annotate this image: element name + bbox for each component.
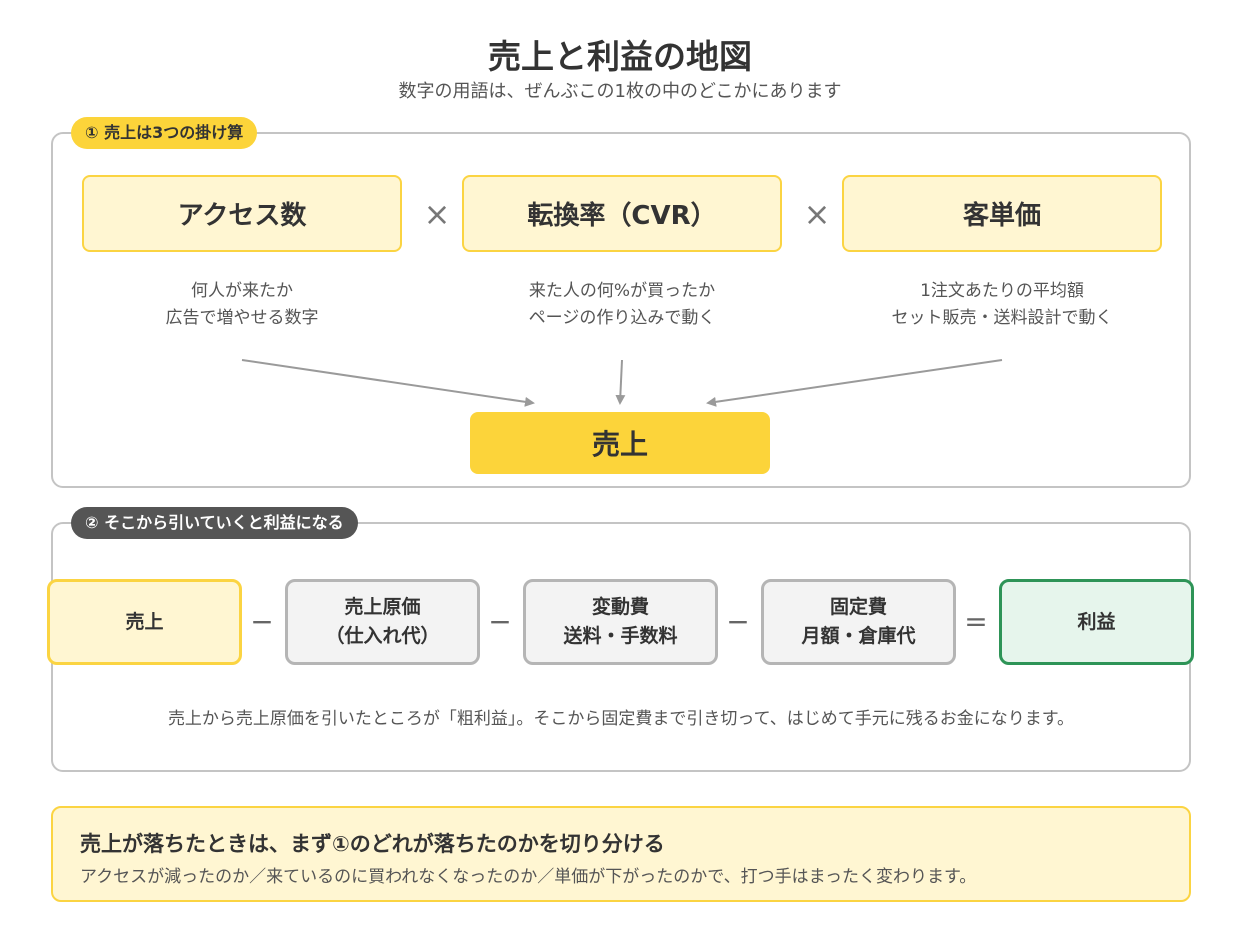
factor-cvr-desc: 来た人の何%が買ったか ページの作り込みで動く: [462, 278, 782, 332]
equals-sign: =: [964, 605, 988, 638]
desc-line: 何人が来たか: [191, 281, 293, 301]
term-label: 売上: [125, 610, 164, 633]
term-sales: 売上: [47, 579, 242, 665]
section2-badge: ② そこから引いていくと利益になる: [71, 507, 358, 539]
factor-access-desc: 何人が来たか 広告で増やせる数字: [82, 278, 402, 332]
desc-line: セット販売・送料設計で動く: [891, 308, 1113, 328]
term-sublabel: 月額・倉庫代: [801, 625, 916, 647]
factor-unit-price-desc: 1注文あたりの平均額 セット販売・送料設計で動く: [842, 278, 1162, 332]
desc-line: ページの作り込みで動く: [528, 308, 716, 328]
sales-result-box: 売上: [470, 412, 770, 474]
gross-profit-note: 売上から売上原価を引いたところが「粗利益」。そこから固定費まで引き切って、はじめ…: [167, 709, 1075, 729]
section1-badge: ① 売上は3つの掛け算: [71, 117, 258, 149]
multiply-sign-2: ×: [803, 195, 831, 233]
factor-unit-price: 客単価: [842, 175, 1162, 252]
page-subtitle: 数字の用語は、ぜんぶこの1枚の中のどこかにあります: [398, 81, 842, 102]
callout-text: アクセスが減ったのか／来ているのに買われなくなったのか／単価が下がったのかで、打…: [80, 867, 977, 887]
callout-title: 売上が落ちたときは、まず①のどれが落ちたのかを切り分ける: [80, 832, 665, 856]
term-variable-cost: 変動費 送料・手数料: [523, 579, 718, 665]
factor-access: アクセス数: [82, 175, 402, 252]
term-label: 変動費: [591, 596, 649, 618]
multiply-sign-1: ×: [423, 195, 451, 233]
minus-sign-2: −: [488, 605, 512, 638]
term-sublabel: （仕入れ代）: [325, 625, 440, 647]
tip-callout: 売上が落ちたときは、まず①のどれが落ちたのかを切り分ける アクセスが減ったのか／…: [51, 806, 1191, 902]
term-fixed-cost: 固定費 月額・倉庫代: [761, 579, 956, 665]
term-sublabel: 送料・手数料: [563, 625, 678, 647]
term-label: 利益: [1077, 610, 1116, 633]
page-title: 売上と利益の地図: [488, 37, 752, 76]
factor-cvr: 転換率（CVR）: [462, 175, 782, 252]
term-label: 売上原価: [344, 596, 421, 618]
term-cost-of-goods: 売上原価 （仕入れ代）: [285, 579, 480, 665]
minus-sign-1: −: [250, 605, 274, 638]
term-profit: 利益: [999, 579, 1194, 665]
desc-line: 広告で増やせる数字: [165, 308, 319, 328]
term-label: 固定費: [829, 596, 887, 618]
desc-line: 来た人の何%が買ったか: [528, 281, 716, 301]
desc-line: 1注文あたりの平均額: [920, 281, 1084, 301]
minus-sign-3: −: [726, 605, 750, 638]
